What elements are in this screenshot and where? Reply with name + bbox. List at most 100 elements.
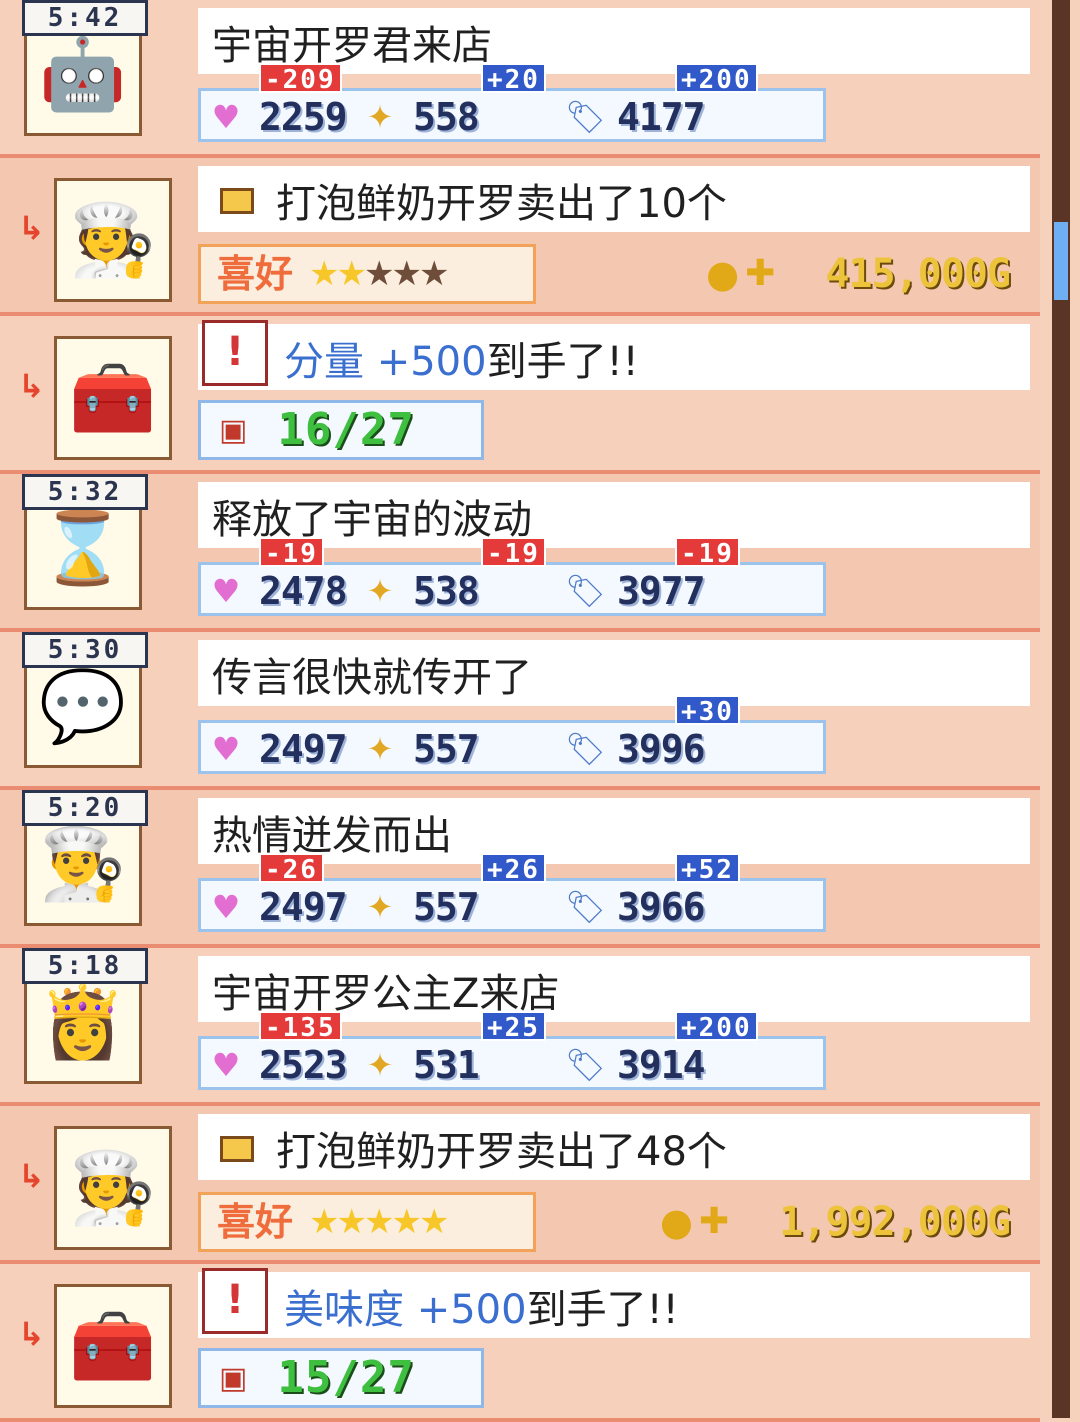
star-icon: ★ — [391, 254, 422, 294]
star-icon: ★ — [336, 254, 368, 294]
sparkle-icon: ✦ — [366, 730, 394, 768]
coin-icon: ● — [706, 252, 740, 296]
stat-delta: +30 — [675, 695, 740, 727]
stats-bar: ♥ 2259 -209 ✦ 558 +20 🏷 4177 +200 — [198, 63, 826, 142]
preference-box: 喜好 ★★★★★ — [198, 1192, 536, 1252]
sparkle-icon: ✦ — [366, 98, 394, 136]
message-tail: 到手了!! — [486, 339, 639, 385]
tag-icon: 🏷 — [565, 572, 606, 610]
kitchen-counter-icon: 🧑‍🍳 — [54, 1126, 172, 1250]
stat-value: 2478 — [259, 569, 348, 613]
log-entry[interactable]: 🤖 5:42 宇宙开罗君来店 ♥ 2259 -209 ✦ 558 +20 🏷 4177 +200 — [0, 0, 1040, 158]
log-entry[interactable]: 👸 5:18 宇宙开罗公主Z来店 ♥ 2523 -135 ✦ 531 +25 🏷 3914 +200 — [0, 948, 1040, 1106]
log-entry[interactable]: ↳ 🧑‍🍳 打泡鲜奶开罗卖出了48个 喜好 ★★★★★ ● ✚ 1,992,000G — [0, 1106, 1040, 1264]
preference-label: 喜好 — [217, 252, 294, 296]
stat-value: 557 — [413, 727, 480, 771]
time-badge: 5:42 — [22, 0, 148, 36]
star-icon: ★ — [336, 1202, 368, 1242]
time-badge: 5:20 — [22, 790, 148, 826]
stat-delta: -19 — [675, 537, 740, 569]
heart-icon: ♥ — [211, 98, 241, 136]
stat-value: 3996 — [617, 727, 706, 771]
log-entry[interactable]: ↳ 🧰 美味度 +500到手了!!! ▣ 15/27 — [0, 1264, 1040, 1422]
treasure-chest-icon: 🧰 — [54, 1284, 172, 1408]
star-icon: ★ — [391, 1202, 422, 1242]
thumb-glyph: 🤖 — [39, 33, 127, 115]
star-icon: ★ — [418, 1202, 450, 1242]
heart-icon: ♥ — [211, 572, 241, 610]
earnings: ● ✚ 415,000G — [706, 244, 1011, 304]
stat-delta: +200 — [675, 63, 758, 95]
stat-spark: ✦ 557 — [361, 885, 480, 929]
scrollbar[interactable] — [1052, 0, 1070, 1418]
scrollbar-thumb[interactable] — [1054, 222, 1068, 300]
dish-icon — [220, 188, 254, 214]
message-text: 宇宙开罗君来店 — [212, 23, 492, 69]
message-text: 分量 +500到手了!! — [284, 338, 639, 386]
stat-value: 4177 — [617, 95, 706, 139]
collection-count: 15/27 — [277, 1352, 415, 1403]
thumb-glyph: 💬 — [39, 665, 127, 747]
thumb-glyph: 🧰 — [69, 357, 157, 439]
thumb-glyph: ⌛ — [39, 507, 127, 589]
continuation-arrow-icon: ↳ — [18, 1157, 45, 1195]
stats-bar: ♥ 2497 -26 ✦ 557 +26 🏷 3966 +52 — [198, 853, 826, 932]
time-badge: 5:32 — [22, 474, 148, 510]
stat-delta: +52 — [675, 853, 740, 885]
stats-bar: ♥ 2497 ✦ 557 🏷 3996 +30 — [198, 695, 826, 774]
log-entry[interactable]: 💬 5:30 传言很快就传开了 ♥ 2497 ✦ 557 🏷 3996 +30 — [0, 632, 1040, 790]
stat-delta: -135 — [259, 1011, 342, 1043]
chest-icon: ▣ — [219, 1360, 248, 1396]
message-highlight: 分量 +500 — [284, 339, 487, 385]
sparkle-icon: ✦ — [366, 1046, 394, 1084]
sparkle-icon: ✦ — [366, 888, 394, 926]
preference-box: 喜好 ★★★★★ — [198, 244, 536, 304]
stat-value: 3966 — [617, 885, 706, 929]
log-entry[interactable]: ↳ 🧰 分量 +500到手了!!! ▣ 16/27 — [0, 316, 1040, 474]
gold-amount: 415,000G — [825, 251, 1011, 297]
log-entry[interactable]: ↳ 🧑‍🍳 打泡鲜奶开罗卖出了10个 喜好 ★★★★★ ● ✚ 415,000G — [0, 158, 1040, 316]
message-highlight: 美味度 +500 — [284, 1287, 527, 1333]
chest-icon: ▣ — [219, 412, 248, 448]
message-bar: 美味度 +500到手了!! — [198, 1272, 1030, 1338]
treasure-chest-icon: 🧰 — [54, 336, 172, 460]
continuation-arrow-icon: ↳ — [18, 367, 45, 405]
message-text: 打泡鲜奶开罗卖出了48个 — [276, 1129, 727, 1175]
stat-delta: -19 — [481, 537, 546, 569]
stat-love: ♥ 2259 — [207, 95, 348, 139]
message-tail: 到手了!! — [526, 1287, 679, 1333]
item-obtained-icon: ! — [202, 1268, 268, 1334]
star-icon: ★ — [309, 254, 340, 294]
message-text: 热情迸发而出 — [212, 813, 452, 859]
kitchen-counter-icon: 🧑‍🍳 — [54, 178, 172, 302]
time-badge: 5:30 — [22, 632, 148, 668]
stat-love: ♥ 2478 — [207, 569, 348, 613]
stat-value: 557 — [413, 885, 480, 929]
plus-icon: ✚ — [699, 1201, 730, 1242]
stat-spark: ✦ 538 — [361, 569, 480, 613]
thumb-glyph: 👨‍🍳 — [39, 823, 127, 905]
tag-icon: 🏷 — [565, 888, 606, 926]
log-entry[interactable]: 👨‍🍳 5:20 热情迸发而出 ♥ 2497 -26 ✦ 557 +26 🏷 3966 +52 — [0, 790, 1040, 948]
heart-icon: ♥ — [211, 1046, 241, 1084]
star-icon: ★ — [363, 1202, 395, 1242]
heart-icon: ♥ — [211, 888, 241, 926]
tag-icon: 🏷 — [565, 730, 606, 768]
message-bar: 分量 +500到手了!! — [198, 324, 1030, 390]
message-bar: 打泡鲜奶开罗卖出了10个 — [198, 166, 1030, 232]
item-obtained-icon: ! — [202, 320, 268, 386]
thumb-glyph: 🧑‍🍳 — [69, 199, 157, 281]
continuation-arrow-icon: ↳ — [18, 209, 45, 247]
star-icon: ★ — [309, 1202, 340, 1242]
stat-love: ♥ 2497 — [207, 727, 348, 771]
collection-count: 16/27 — [277, 404, 415, 455]
collection-count-box: ▣ 15/27 — [198, 1348, 484, 1408]
stat-delta: -209 — [259, 63, 342, 95]
message-bar: 传言很快就传开了 — [198, 640, 1030, 706]
stat-spark: ✦ 558 — [361, 95, 480, 139]
stat-value: 2523 — [259, 1043, 348, 1087]
stat-delta: -19 — [259, 537, 324, 569]
log-entry[interactable]: ⌛ 5:32 释放了宇宙的波动 ♥ 2478 -19 ✦ 538 -19 🏷 3977 -19 — [0, 474, 1040, 632]
stat-value: 558 — [413, 95, 480, 139]
gold-amount: 1,992,000G — [779, 1199, 1011, 1245]
